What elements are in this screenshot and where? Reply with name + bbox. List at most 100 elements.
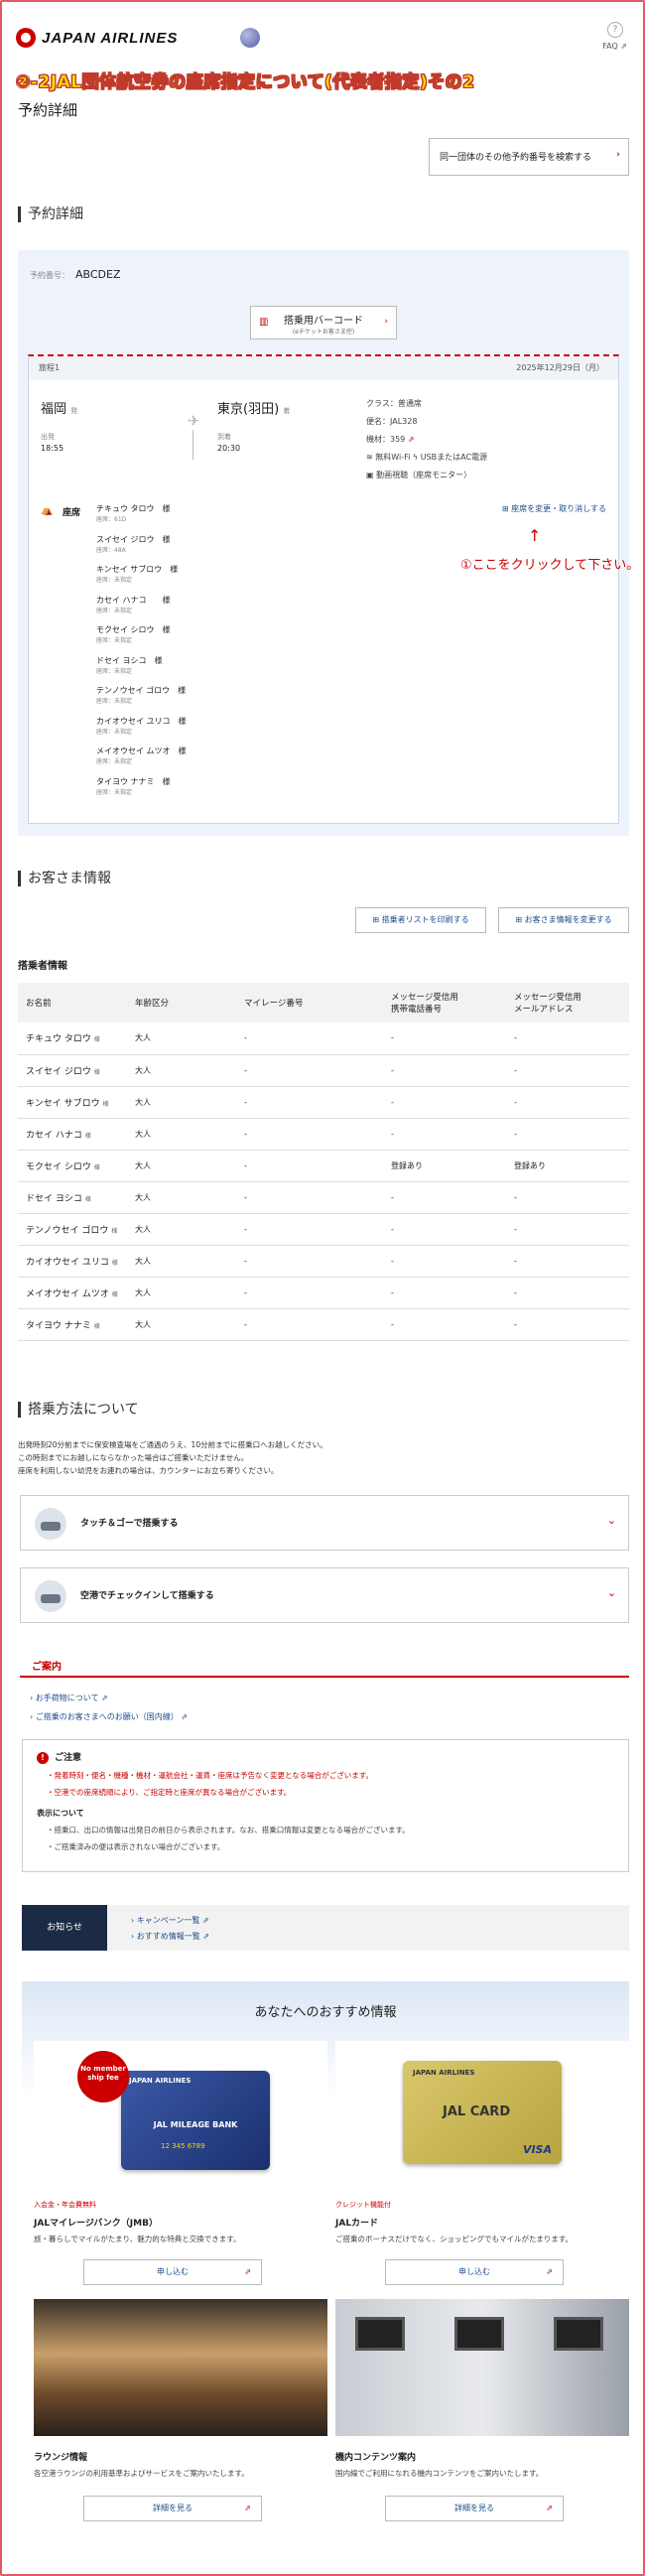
campaign-link[interactable]: › キャンペーン一覧 ⇗ — [131, 1915, 209, 1926]
reservation-number-label: 予約番号： — [30, 271, 69, 280]
recommend-link[interactable]: › おすすめ情報一覧 ⇗ — [131, 1931, 209, 1942]
name-cell: キンセイ サブロウ 様 — [18, 1086, 127, 1119]
name-value: カセイ ハナコ — [26, 1130, 82, 1141]
display-text: ・搭乗口、出口の情報は出発日の前日から表示されます。なお、搭乗口情報は変更となる… — [47, 1826, 410, 1834]
phone-cell: 登録あり — [383, 1150, 506, 1182]
help-icon[interactable]: ? — [607, 22, 623, 38]
seat-passenger: タイヨウ ナナミ 様座席：未指定 — [96, 776, 187, 807]
barcode-sublabel: (eチケットお客さま控) — [292, 329, 355, 336]
seat-icon: ⛺ — [41, 505, 54, 516]
boarding-barcode-button[interactable]: ▥ 搭乗用バーコード (eチケットお客さま控) › — [250, 306, 397, 339]
video-amenity: ▣ 動画視聴（座席モニター） — [366, 470, 471, 480]
caution-title: ! ご注意 — [37, 1750, 614, 1764]
seat-passenger: テンノウセイ ゴロウ 様座席：未指定 — [96, 685, 187, 716]
apply-button[interactable]: 申し込む — [83, 2259, 262, 2285]
jal-card: JAPAN AIRLINES JAL CARD VISA クレジット機能付 JA… — [335, 2041, 629, 2289]
age-cell: 大人 — [127, 1150, 236, 1182]
honorific: 様 — [93, 1068, 100, 1076]
print-passenger-list-button[interactable]: ⊞ 搭乗者リストを印刷する — [355, 907, 486, 933]
mileage-cell: - — [236, 1308, 383, 1341]
news-bar: お知らせ › キャンペーン一覧 ⇗ › おすすめ情報一覧 ⇗ — [22, 1905, 629, 1951]
mileage-cell: - — [236, 1277, 383, 1309]
card-desc: 国内線でご利用になれる機内コンテンツをご案内いたします。 — [335, 2469, 544, 2478]
passenger-seat: 座席：61D — [96, 516, 127, 523]
passenger-request-link[interactable]: › ご搭乗のお客さまへのお願い（国内線） ⇗ — [30, 1711, 188, 1722]
age-cell: 大人 — [127, 1086, 236, 1119]
airport-checkin-accordion[interactable]: 空港でチェックインして搭乗する ⌄ — [20, 1567, 629, 1623]
annotation-headline: ②-2JAL団体航空券の座席指定について(代表者指定)その2 — [16, 72, 475, 93]
flight-number: 便名：JAL328 — [366, 417, 418, 426]
phone-cell: - — [383, 1277, 506, 1309]
seat-passenger: メイオウセイ ムツオ 様座席：未指定 — [96, 746, 187, 776]
card-desc: ご搭乗のボーナスだけでなく、ショッピングでもマイルがたまります。 — [335, 2235, 574, 2243]
aircraft-label: 機材：359 — [366, 435, 406, 444]
customer-section-title: お客さま情報 — [18, 871, 111, 886]
age-cell: 大人 — [127, 1213, 236, 1246]
name-value: キンセイ サブロウ — [26, 1098, 100, 1109]
search-other-label: 同一団体のその他予約番号を検索する — [440, 153, 592, 163]
table-row: カイオウセイ ユリコ 様大人 - - - — [18, 1245, 629, 1278]
phone-cell: - — [383, 1213, 506, 1246]
card-brand: JAPAN AIRLINES — [129, 2077, 192, 2085]
seat-passenger-list: チキュウ タロウ 様座席：61D スイセイ ジロウ 様座席：48A キンセイ サ… — [96, 503, 187, 806]
table-row: カセイ ハナコ 様大人 - - - — [18, 1118, 629, 1151]
chevron-down-icon: ⌄ — [606, 1514, 616, 1527]
print-icon: ⊞ — [372, 915, 380, 924]
touch-and-go-accordion[interactable]: タッチ＆ゴーで搭乗する ⌄ — [20, 1495, 629, 1551]
details-button[interactable]: 詳細を見る — [83, 2496, 262, 2521]
accordion-label: タッチ＆ゴーで搭乗する — [80, 1519, 179, 1529]
email-cell: - — [506, 1181, 629, 1214]
column-header: 年齢区分 — [127, 983, 236, 1022]
card-brand: JAPAN AIRLINES — [413, 2069, 475, 2077]
monitor-icon: ▣ — [366, 471, 374, 479]
touch-and-go-icon — [35, 1508, 66, 1540]
search-other-reservations-button[interactable]: 同一団体のその他予約番号を検索する › — [429, 138, 629, 176]
caution-text: ・発着時刻・便名・機種・機材・運航会社・運賃・座席は予告なく変更となる場合がござ… — [47, 1771, 374, 1780]
card-name: JALカード — [335, 2219, 379, 2229]
faq-link[interactable]: FAQ ⇗ — [602, 42, 627, 51]
passenger-name: カイオウセイ ユリコ 様 — [96, 716, 187, 726]
email-cell: - — [506, 1308, 629, 1341]
airplane-icon: ✈ — [188, 412, 200, 430]
arrival-label: 到着 — [217, 433, 231, 441]
age-cell: 大人 — [127, 1277, 236, 1309]
alert-icon: ! — [37, 1752, 49, 1764]
seat-passenger: チキュウ タロウ 様座席：61D — [96, 503, 187, 534]
departure-time: 18:55 — [41, 444, 64, 453]
change-seat-link[interactable]: ⊞ 座席を変更・取り消しする — [502, 503, 606, 514]
age-cell: 大人 — [127, 1054, 236, 1087]
boarding-text: 座席を利用しない幼児をお連れの場合は、カウンターにお立ち寄りください。 — [18, 1466, 279, 1475]
seat-label: 座席 — [63, 508, 81, 518]
baggage-link[interactable]: › お手荷物について ⇗ — [30, 1693, 108, 1703]
jal-crane-logo[interactable] — [16, 28, 36, 48]
display-title: 表示について — [37, 1809, 84, 1818]
external-link-icon: ⇗ — [407, 435, 415, 444]
brand-name[interactable]: JAPAN AIRLINES — [42, 30, 178, 47]
table-row: ドセイ ヨシコ 様大人 - - - — [18, 1181, 629, 1214]
seat-passenger: モクセイ シロウ 様座席：未指定 — [96, 624, 187, 655]
mileage-card-image: JAPAN AIRLINES JAL MILEAGE BANK 12 345 6… — [121, 2071, 270, 2170]
caution-text: ・空港での座席続順により、ご指定時と座席が異なる場合がございます。 — [47, 1788, 292, 1797]
name-value: タイヨウ ナナミ — [26, 1320, 91, 1331]
honorific: 様 — [111, 1227, 118, 1235]
email-cell: - — [506, 1054, 629, 1087]
apply-button[interactable]: 申し込む — [385, 2259, 564, 2285]
guide-title: ご案内 — [20, 1648, 629, 1678]
email-cell: - — [506, 1086, 629, 1119]
change-customer-info-button[interactable]: ⊞ お客さま情報を変更する — [498, 907, 629, 933]
passenger-table: お名前 年齢区分 マイレージ番号 メッセージ受信用 携帯電話番号 メッセージ受信… — [18, 983, 629, 1341]
details-button[interactable]: 詳細を見る — [385, 2496, 564, 2521]
passenger-name: タイヨウ ナナミ 様 — [96, 776, 171, 786]
seat-passenger: カセイ ハナコ 様座席：未指定 — [96, 595, 187, 625]
aircraft-link[interactable]: 機材：359 ⇗ — [366, 434, 415, 445]
passenger-seat: 座席：未指定 — [96, 577, 133, 584]
destination-suffix: 着 — [283, 407, 291, 415]
passenger-name: スイセイ ジロウ 様 — [96, 534, 171, 544]
name-cell: テンノウセイ ゴロウ 様 — [18, 1213, 127, 1246]
jalcard-image: JAPAN AIRLINES JAL CARD VISA — [335, 2041, 629, 2190]
jmb-image: JAPAN AIRLINES JAL MILEAGE BANK 12 345 6… — [34, 2041, 327, 2190]
name-cell: スイセイ ジロウ 様 — [18, 1054, 127, 1087]
jmb-card: JAPAN AIRLINES JAL MILEAGE BANK 12 345 6… — [34, 2041, 327, 2289]
passenger-info-title: 搭乗者情報 — [18, 961, 67, 972]
monitor-image — [355, 2317, 405, 2351]
